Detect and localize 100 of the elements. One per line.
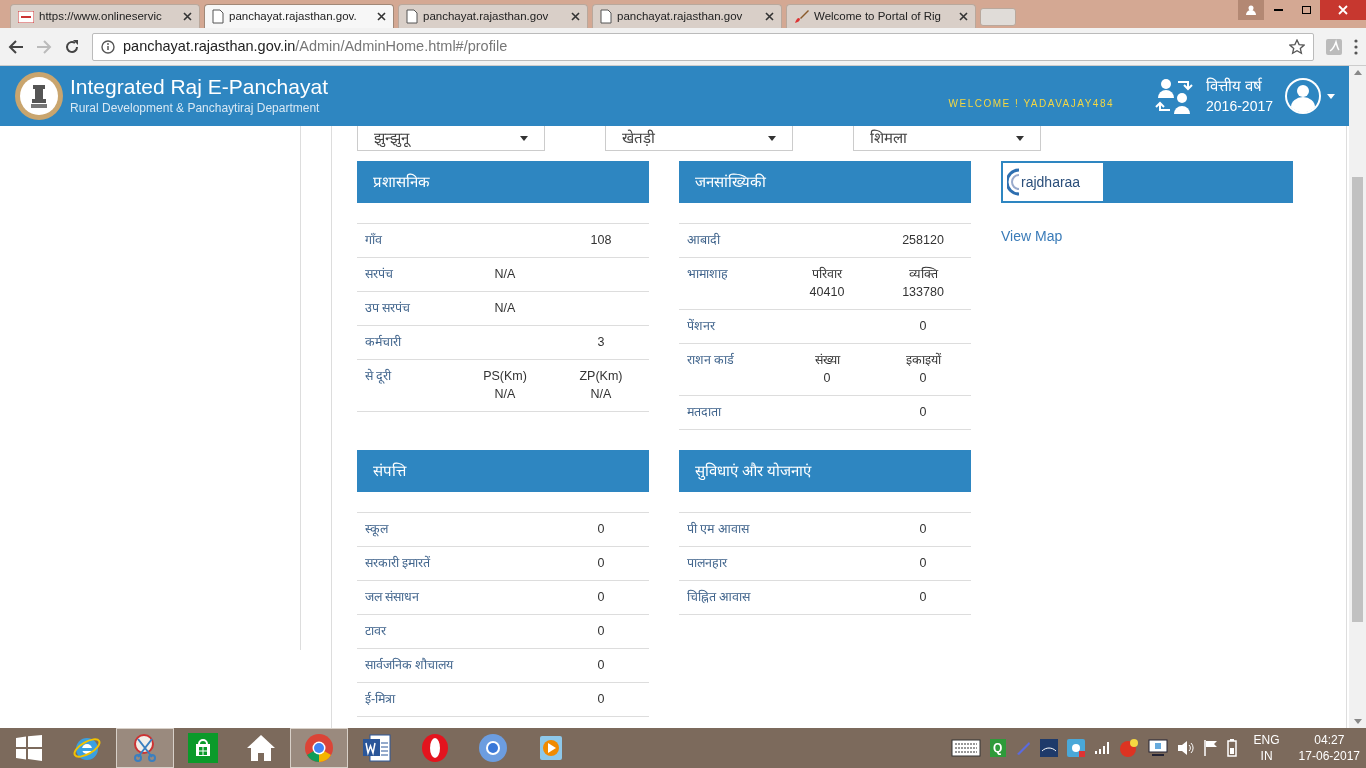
brand-logo: rajdharaa <box>1003 163 1103 201</box>
site-icon <box>18 10 34 23</box>
close-icon[interactable] <box>1320 0 1366 20</box>
table-value: 0 <box>597 623 605 640</box>
site-subtitle: Rural Development & Panchaytiraj Department <box>70 100 321 117</box>
address-field[interactable]: panchayat.rajasthan.gov.in/Admin/AdminHome.html#/profile <box>92 32 1314 61</box>
reload-icon[interactable] <box>64 38 80 55</box>
close-tab-icon[interactable] <box>183 12 192 21</box>
scrollbar-thumb[interactable] <box>1352 177 1363 622</box>
close-tab-icon[interactable] <box>765 12 774 21</box>
battery-icon[interactable] <box>1226 739 1237 757</box>
avatar-icon[interactable] <box>1283 76 1323 116</box>
panel-header: सुविधाएं और योजनाएं <box>679 450 971 492</box>
region-code[interactable]: IN <box>1260 748 1273 764</box>
back-icon[interactable] <box>8 38 24 55</box>
browser-tab[interactable]: panchayat.rajasthan.gov <box>592 4 782 28</box>
flag-icon[interactable] <box>1203 740 1218 756</box>
store-icon <box>188 733 218 763</box>
page-icon <box>406 9 418 24</box>
browser-tab[interactable]: Welcome to Portal of Rig <box>786 4 976 28</box>
caret-icon <box>1327 93 1335 99</box>
row-label: आबादी <box>686 232 722 249</box>
close-tab-icon[interactable] <box>959 12 968 21</box>
signal-icon[interactable] <box>1093 741 1110 755</box>
row-label: जल संसाधन <box>364 589 421 606</box>
chrome-icon <box>304 733 334 763</box>
info-icon <box>101 39 115 54</box>
table-value: 0 <box>823 370 831 387</box>
table-value: 0 <box>919 589 927 606</box>
row-label: सरकारी इमारतें <box>364 554 432 572</box>
monitor-icon[interactable] <box>1147 739 1168 757</box>
site-title: Integrated Raj E-Panchayat <box>70 75 328 99</box>
table-value: 0 <box>597 521 605 538</box>
keyboard-icon[interactable] <box>950 739 981 757</box>
table-value: 0 <box>919 555 927 572</box>
row-label: भामाशाह <box>686 266 729 283</box>
right-column-heading: व्यक्ति <box>908 265 938 283</box>
dropdown-caret-icon <box>768 135 776 141</box>
clock-date[interactable]: 17-06-2017 <box>1298 748 1360 764</box>
welcome-text: WELCOME ! YADAVAJAY484 <box>948 96 1115 111</box>
taskbar-button[interactable] <box>116 728 174 768</box>
row-label: पी एम आवास <box>686 521 751 538</box>
dropdown-caret-icon <box>520 135 528 141</box>
row-label: सरपंच <box>364 266 394 283</box>
users-swap-icon[interactable] <box>1154 76 1195 116</box>
windows-icon <box>16 735 42 761</box>
row-label: पालनहार <box>686 555 729 572</box>
menu-icon[interactable] <box>1354 38 1358 55</box>
home-icon <box>246 734 276 762</box>
speaker-icon[interactable] <box>1176 740 1195 756</box>
table-value: 133780 <box>902 284 944 301</box>
table-value: 0 <box>919 370 927 387</box>
table-value: 258120 <box>902 232 944 249</box>
browser-tab[interactable]: https://www.onlineservic <box>10 4 200 28</box>
table-value: 0 <box>919 404 927 421</box>
row-label: टावर <box>364 623 388 640</box>
table-value: 0 <box>597 555 605 572</box>
tray-app-icon[interactable]: Q <box>989 739 1006 757</box>
opera-icon <box>421 733 449 763</box>
row-label: गाँव <box>364 232 383 249</box>
select-field[interactable]: झुन्झुनू <box>357 126 545 151</box>
row-label: सार्वजनिक शौचालय <box>364 656 455 674</box>
table-value: N/A <box>494 266 516 283</box>
browser-tab[interactable]: panchayat.rajasthan.gov <box>398 4 588 28</box>
middle-column-heading: PS(Km) <box>483 368 527 385</box>
table-value: 108 <box>590 232 612 249</box>
middle-column-heading: संख्या <box>814 352 840 369</box>
table-value: N/A <box>494 300 516 317</box>
emblem-logo <box>14 71 64 121</box>
dropdown-caret-icon <box>1016 135 1024 141</box>
language-code[interactable]: ENG <box>1253 732 1280 748</box>
select-field[interactable]: शिमला <box>853 126 1041 151</box>
clock-time[interactable]: 04:27 <box>1314 732 1345 748</box>
chromium-icon <box>478 733 508 763</box>
page-icon <box>600 9 612 24</box>
scroll-up-icon[interactable] <box>1353 70 1362 75</box>
media-player-icon <box>538 734 564 762</box>
browser-tab[interactable]: panchayat.rajasthan.gov. <box>204 4 394 28</box>
row-label: से दूरी <box>364 367 393 386</box>
select-field[interactable]: खेतड़ी <box>605 126 793 151</box>
star-icon[interactable] <box>1289 38 1305 55</box>
close-tab-icon[interactable] <box>571 12 580 21</box>
panel-header: संपत्ति <box>357 450 649 492</box>
right-column-heading: इकाइयों <box>905 351 941 369</box>
row-label: ई-मित्रा <box>364 690 397 708</box>
row-label: स्कूल <box>364 521 390 538</box>
row-label: कर्मचारी <box>364 334 403 351</box>
middle-column-heading: परिवार <box>812 266 842 283</box>
scroll-down-icon[interactable] <box>1353 719 1362 724</box>
row-label: चिह्नित आवास <box>686 588 752 606</box>
row-label: पेंशनर <box>686 317 717 335</box>
table-value: 40410 <box>809 284 845 301</box>
year-label: वित्तीय वर्ष <box>1206 75 1264 96</box>
close-tab-icon[interactable] <box>377 12 386 21</box>
view-map-link[interactable]: View Map <box>1001 226 1293 247</box>
table-value: 0 <box>919 318 927 335</box>
panel-header: जनसांख्यिकी <box>679 161 971 203</box>
row-label: मतदाता <box>686 404 723 421</box>
year-value: 2016-2017 <box>1206 96 1273 116</box>
panel-header: प्रशासनिक <box>357 161 649 203</box>
